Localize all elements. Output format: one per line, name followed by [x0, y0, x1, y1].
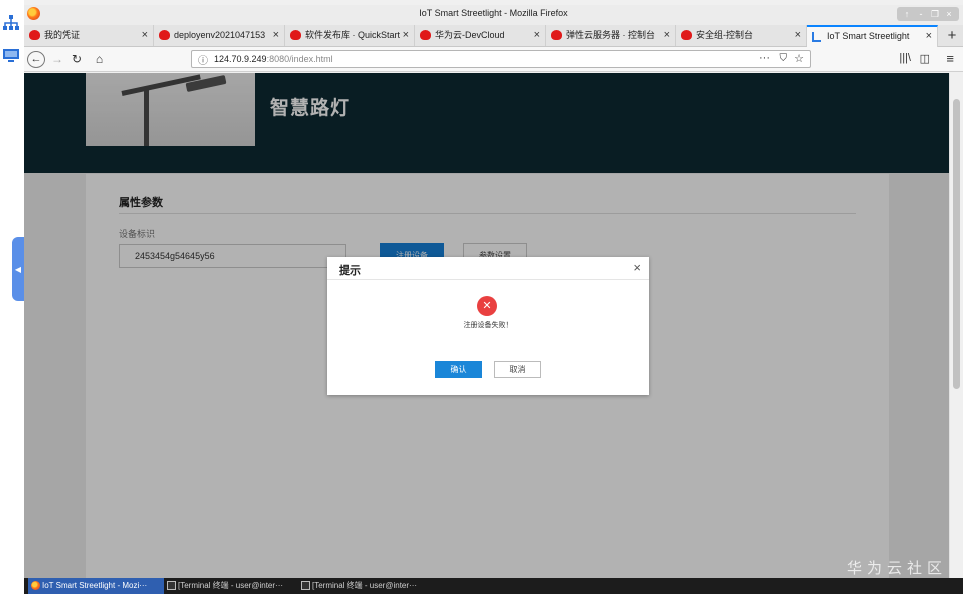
- huawei-favicon-icon: [159, 30, 170, 40]
- window-up-button[interactable]: ↑: [901, 7, 913, 21]
- tab-close-icon[interactable]: ×: [926, 27, 932, 46]
- scrollbar[interactable]: [949, 73, 963, 578]
- url-bar[interactable]: ⓘ 124.70.9.249:8080/index.html ··· ⛉ ☆: [191, 50, 811, 68]
- taskbar-item-firefox[interactable]: IoT Smart Streetlight - Mozi···: [28, 578, 164, 594]
- huawei-favicon-icon: [681, 30, 692, 40]
- tab-close-icon[interactable]: ×: [664, 25, 670, 46]
- huawei-favicon-icon: [29, 30, 40, 40]
- huawei-favicon-icon: [551, 30, 562, 40]
- taskbar-item-terminal-1[interactable]: [Terminal 终端 - user@inter···: [164, 578, 296, 594]
- tab-close-icon[interactable]: ×: [534, 25, 540, 46]
- back-arrow-icon[interactable]: ←: [27, 51, 45, 68]
- watermark: 华为云社区: [846, 560, 947, 577]
- close-icon[interactable]: ×: [633, 260, 641, 275]
- home-icon[interactable]: ⌂: [93, 51, 106, 68]
- tab-software-release[interactable]: 软件发布库 · QuickStart ×: [285, 25, 415, 46]
- cancel-button[interactable]: 取消: [494, 361, 541, 378]
- tab-label: IoT Smart Streetlight: [827, 31, 910, 41]
- pocket-icon[interactable]: ⛉: [780, 53, 788, 64]
- dialog-message: 注册设备失败！: [463, 322, 513, 329]
- network-icon[interactable]: [2, 14, 20, 32]
- tab-devcloud[interactable]: 华为云-DevCloud ×: [415, 25, 546, 46]
- url-path: :8080/index.html: [266, 54, 333, 64]
- url-host: 124.70.9.249: [214, 54, 267, 64]
- library-icon[interactable]: |||\: [899, 52, 911, 64]
- tab-strip: 我的凭证 × deployenv2021047153 × 软件发布库 · Qui…: [24, 25, 963, 47]
- window-title: IoT Smart Streetlight - Mozilla Firefox: [419, 8, 568, 18]
- taskbar-label: [Terminal 终端 - user@inter···: [178, 581, 284, 590]
- chart-favicon-icon: [812, 32, 821, 42]
- hamburger-menu-icon[interactable]: ≡: [946, 51, 954, 66]
- tab-label: deployenv2021047153: [174, 30, 266, 40]
- title-bar: IoT Smart Streetlight - Mozilla Firefox …: [24, 5, 963, 25]
- firefox-icon: [31, 581, 40, 590]
- tab-close-icon[interactable]: ×: [142, 25, 148, 46]
- side-panel-toggle[interactable]: ◀: [12, 237, 24, 301]
- taskbar: IoT Smart Streetlight - Mozi··· [Termina…: [24, 578, 963, 594]
- tab-security-group[interactable]: 安全组-控制台 ×: [676, 25, 807, 46]
- reload-icon[interactable]: ↻: [71, 51, 83, 68]
- taskbar-label: [Terminal 终端 - user@inter···: [312, 581, 418, 590]
- tab-close-icon[interactable]: ×: [273, 25, 279, 46]
- tab-deployenv[interactable]: deployenv2021047153 ×: [154, 25, 285, 46]
- huawei-favicon-icon: [420, 30, 431, 40]
- dialog-title: 提示: [339, 265, 361, 277]
- desktop-side-panel: ◀: [0, 0, 24, 594]
- confirm-button[interactable]: 确认: [435, 361, 482, 378]
- terminal-icon: [301, 581, 310, 590]
- bookmark-star-icon[interactable]: ☆: [794, 52, 804, 65]
- scroll-thumb[interactable]: [953, 99, 960, 389]
- info-icon[interactable]: ⓘ: [198, 52, 208, 67]
- window-close-button[interactable]: ×: [943, 7, 955, 21]
- page-viewport: 智慧路灯 属性参数 设备标识 2453454g54645y56 注册设备 参数设…: [24, 73, 963, 578]
- tab-ecs-console[interactable]: 弹性云服务器 · 控制台 ×: [546, 25, 676, 46]
- taskbar-label: IoT Smart Streetlight - Mozi···: [42, 581, 148, 590]
- page-actions-icon[interactable]: ···: [759, 52, 770, 64]
- url-text[interactable]: 124.70.9.249:8080/index.html: [214, 54, 333, 64]
- tab-iot-streetlight[interactable]: IoT Smart Streetlight ×: [807, 25, 938, 47]
- forward-arrow-icon[interactable]: →: [51, 51, 63, 68]
- tab-label: 软件发布库 · QuickStart: [305, 30, 401, 40]
- dialog-header: 提示 ×: [327, 257, 649, 280]
- tab-close-icon[interactable]: ×: [403, 25, 409, 46]
- firefox-window: IoT Smart Streetlight - Mozilla Firefox …: [24, 0, 963, 578]
- tab-label: 安全组-控制台: [696, 30, 753, 40]
- navigation-toolbar: ← → ↻ ⌂ ⓘ 124.70.9.249:8080/index.html ·…: [24, 47, 963, 72]
- error-icon: ✕: [477, 296, 497, 316]
- monitor-icon[interactable]: [2, 46, 20, 64]
- sidebar-toggle-icon[interactable]: ◫: [920, 52, 930, 65]
- window-minimize-button[interactable]: -: [915, 7, 927, 21]
- tab-label: 华为云-DevCloud: [435, 30, 505, 40]
- tab-close-icon[interactable]: ×: [795, 25, 801, 46]
- collapse-arrow-icon: ◀: [14, 264, 22, 274]
- terminal-icon: [167, 581, 176, 590]
- huawei-favicon-icon: [290, 30, 301, 40]
- window-controls: ↑ - ❐ ×: [897, 7, 959, 21]
- taskbar-item-terminal-2[interactable]: [Terminal 终端 - user@inter···: [298, 578, 430, 594]
- tab-my-credentials[interactable]: 我的凭证 ×: [24, 25, 154, 46]
- alert-dialog: 提示 × ✕ 注册设备失败！ 确认 取消: [327, 257, 649, 395]
- tab-label: 弹性云服务器 · 控制台: [566, 30, 655, 40]
- window-maximize-button[interactable]: ❐: [929, 7, 941, 21]
- tab-label: 我的凭证: [44, 30, 81, 40]
- new-tab-button[interactable]: +: [945, 25, 959, 46]
